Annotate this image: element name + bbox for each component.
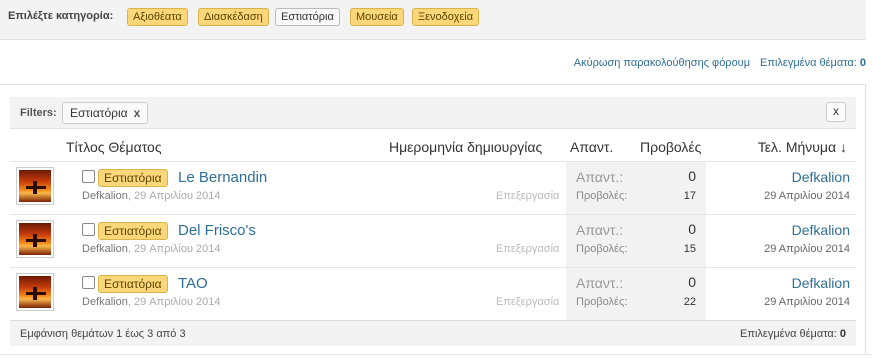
views-label: Προβολές: [576,296,628,308]
avatar[interactable] [16,273,54,311]
avatar[interactable] [16,167,54,205]
filters-bar: Filters: Εστιατόρια x x [10,97,856,129]
column-header-views[interactable]: Προβολές [640,139,701,155]
selected-topics-label: Επιλεγμένα θέματα: [760,57,857,69]
avatar-image [19,223,51,255]
category-chip-hotels[interactable]: Ξενοδοχεία [412,8,480,26]
last-post-author[interactable]: Defkalion [792,222,850,238]
column-header-last-post[interactable]: Τελ. Μήνυμα ↓ [758,139,847,155]
avatar[interactable] [16,220,54,258]
topic-author[interactable]: Defkalion [82,296,128,308]
last-post-date: 29 Απριλίου 2014 [764,190,850,202]
last-post-author[interactable]: Defkalion [792,275,850,291]
category-chip-museums[interactable]: Μουσεία [350,8,404,26]
topic-meta: Defkalion, 29 Απριλίου 2014 [82,243,221,255]
topic-stats: Απαντ.: 0 Προβολές: 17 [566,162,706,214]
unfollow-forum-link[interactable]: Ακύρωση παρακολούθησης φόρουμ [574,57,750,69]
topic-row: Εστιατόρια Le Bernandin Defkalion, 29 Απ… [10,161,856,214]
topic-title-link[interactable]: Le Bernandin [178,169,267,186]
topic-edit-link[interactable]: Επεξεργασία [496,190,559,202]
avatar-image [19,276,51,308]
views-label: Προβολές: [576,190,628,202]
topic-edit-link[interactable]: Επεξεργασία [496,243,559,255]
topic-row: Εστιατόρια TAO Defkalion, 29 Απριλίου 20… [10,267,856,320]
selected-topics-link[interactable]: Επιλεγμένα θέματα: 0 [760,57,866,69]
footer-selected-label: Επιλεγμένα θέματα: [740,328,837,340]
replies-count: 0 [688,274,696,290]
views-count: 15 [683,243,696,255]
topic-author[interactable]: Defkalion [82,243,128,255]
topic-stats: Απαντ.: 0 Προβολές: 15 [566,215,706,267]
topic-stats: Απαντ.: 0 Προβολές: 22 [566,268,706,320]
replies-label: Απαντ.: [576,222,624,238]
last-post-author[interactable]: Defkalion [792,169,850,185]
category-bar: Επιλέξτε κατηγορία: Αξιοθέατα Διασκέδαση… [0,0,866,40]
footer-selected-count: 0 [839,328,846,340]
selected-topics-count: 0 [859,57,866,69]
column-header-replies[interactable]: Απαντ. [570,139,613,155]
footer-selected-topics[interactable]: Επιλεγμένα θέματα: 0 [740,328,846,340]
topic-meta: Defkalion, 29 Απριλίου 2014 [82,190,221,202]
topic-category-tag[interactable]: Εστιατόρια [98,169,168,187]
category-chip-attractions[interactable]: Αξιοθέατα [127,8,188,26]
topic-date: 29 Απριλίου 2014 [133,190,221,202]
topic-date: 29 Απριλίου 2014 [133,243,221,255]
topic-list: Εστιατόρια Le Bernandin Defkalion, 29 Απ… [10,161,856,320]
topic-select-checkbox[interactable] [82,170,95,183]
category-chip-entertainment[interactable]: Διασκέδαση [198,8,269,26]
replies-count: 0 [688,221,696,237]
topic-select-checkbox[interactable] [82,276,95,289]
replies-label: Απαντ.: [576,275,624,291]
active-filter-label: Εστιατόρια [70,106,128,120]
filters-label: Filters: [20,107,57,119]
views-count: 22 [683,296,696,308]
replies-label: Απαντ.: [576,169,624,185]
topic-category-tag[interactable]: Εστιατόρια [98,275,168,293]
pagination-summary: Εμφάνιση θεμάτων 1 έως 3 από 3 [20,328,186,340]
avatar-image [19,170,51,202]
category-chip-restaurants[interactable]: Εστιατόρια [275,8,340,26]
topic-author[interactable]: Defkalion [82,190,128,202]
last-post-date: 29 Απριλίου 2014 [764,243,850,255]
page-divider [0,354,872,355]
topic-category-tag[interactable]: Εστιατόρια [98,222,168,240]
clear-filters-button[interactable]: x [826,102,846,122]
topic-meta: Defkalion, 29 Απριλίου 2014 [82,296,221,308]
views-label: Προβολές: [576,243,628,255]
topic-title-link[interactable]: TAO [178,275,208,292]
topic-list-footer: Εμφάνιση θεμάτων 1 έως 3 από 3 Επιλεγμέν… [10,320,856,346]
active-filter-chip: Εστιατόρια x [62,102,149,124]
remove-filter-button[interactable]: x [134,106,141,120]
replies-count: 0 [688,168,696,184]
topic-edit-link[interactable]: Επεξεργασία [496,296,559,308]
topics-panel: Filters: Εστιατόρια x x Τίτλος Θέματος Ημ… [0,84,866,354]
topic-select-checkbox[interactable] [82,223,95,236]
forum-actions: Ακύρωση παρακολούθησης φόρουμ Επιλεγμένα … [574,57,866,69]
category-label: Επιλέξτε κατηγορία: [8,10,114,22]
column-header-date[interactable]: Ημερομηνία δημιουργίας [389,139,542,155]
column-header-title[interactable]: Τίτλος Θέματος [66,139,162,155]
topic-row: Εστιατόρια Del Frisco's Defkalion, 29 Απ… [10,214,856,267]
last-post-date: 29 Απριλίου 2014 [764,296,850,308]
topic-date: 29 Απριλίου 2014 [133,296,221,308]
topic-title-link[interactable]: Del Frisco's [178,222,256,239]
views-count: 17 [683,190,696,202]
